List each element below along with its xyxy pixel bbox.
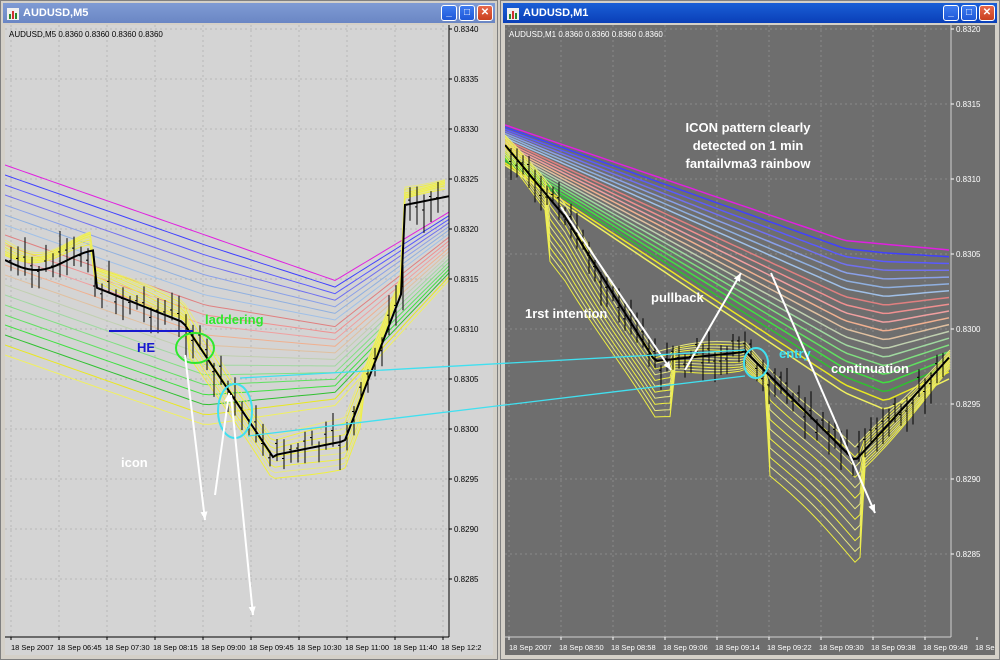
icon-label: icon [121, 455, 148, 470]
time-label: 18 Sep 09:14 [715, 643, 760, 652]
minimize-icon: _ [948, 7, 954, 18]
headline-line-2: detected on 1 min [693, 138, 804, 153]
time-label: 18 Sep 09:38 [871, 643, 916, 652]
time-label: 18 Sep 06:45 [57, 643, 102, 652]
time-label: 18 Sep 11:00 [345, 643, 389, 652]
maximize-icon: □ [463, 7, 471, 18]
minimize-button[interactable]: _ [441, 5, 457, 21]
chart-window-audusd-m5[interactable]: AUDUSD,M5 _ □ ✕ 0.8340 0.8335 0.8330 0.8325 0.… [0, 0, 498, 660]
time-label: 18 Sep 09:5 [975, 643, 995, 652]
close-button[interactable]: ✕ [477, 5, 493, 21]
price-label: 0.8320 [956, 25, 981, 34]
laddering-label: laddering [205, 312, 264, 327]
price-label: 0.8285 [454, 575, 479, 584]
time-label: 18 Sep 09:30 [819, 643, 864, 652]
chart-area[interactable]: 0.8320 0.8315 0.8310 0.8305 0.8300 0.8295 0.82… [505, 25, 995, 655]
time-label: 18 Sep 08:58 [611, 643, 656, 652]
maximize-icon: □ [965, 7, 973, 18]
time-label: 18 Sep 2007 [509, 643, 552, 652]
close-icon: ✕ [480, 7, 490, 18]
time-label: 18 Sep 10:30 [297, 643, 342, 652]
time-label: 18 Sep 09:00 [201, 643, 246, 652]
close-icon: ✕ [982, 7, 992, 18]
maximize-button[interactable]: □ [961, 5, 977, 21]
price-label: 0.8330 [454, 125, 479, 134]
price-label: 0.8300 [956, 325, 981, 334]
price-label: 0.8290 [956, 475, 981, 484]
price-label: 0.8325 [454, 175, 479, 184]
chart-window-icon [507, 7, 519, 20]
price-chart[interactable]: 0.8340 0.8335 0.8330 0.8325 0.8320 0.8315 0.83… [5, 25, 493, 655]
time-label: 18 Sep 12:2 [441, 643, 481, 652]
titlebar[interactable]: AUDUSD,M5 _ □ ✕ [3, 3, 495, 23]
time-label: 18 Sep 09:45 [249, 643, 294, 652]
symbol-info: AUDUSD,M5 0.8360 0.8360 0.8360 0.8360 [9, 30, 163, 39]
price-label: 0.8310 [956, 175, 981, 184]
time-label: 18 Sep 08:50 [559, 643, 604, 652]
time-label: 18 Sep 09:06 [663, 643, 708, 652]
price-label: 0.8335 [454, 75, 479, 84]
he-label: HE [137, 340, 155, 355]
time-label: 18 Sep 2007 [11, 643, 54, 652]
time-label: 18 Sep 07:30 [105, 643, 150, 652]
chart-window-icon [7, 7, 19, 20]
time-label: 18 Sep 09:49 [923, 643, 968, 652]
headline-line-3: fantailvma3 rainbow [686, 156, 812, 171]
maximize-button[interactable]: □ [459, 5, 475, 21]
time-label: 18 Sep 08:15 [153, 643, 198, 652]
minimize-button[interactable]: _ [943, 5, 959, 21]
minimize-icon: _ [446, 7, 452, 18]
chart-background [5, 25, 493, 655]
price-label: 0.8295 [454, 475, 479, 484]
close-button[interactable]: ✕ [979, 5, 995, 21]
price-label: 0.8290 [454, 525, 479, 534]
time-label: 18 Sep 11:40 [393, 643, 437, 652]
price-label: 0.8300 [454, 425, 479, 434]
price-label: 0.8305 [956, 250, 981, 259]
price-label: 0.8285 [956, 550, 981, 559]
symbol-info: AUDUSD,M1 0.8360 0.8360 0.8360 0.8360 [509, 30, 663, 39]
price-label: 0.8315 [454, 275, 479, 284]
continuation-label: continuation [831, 361, 909, 376]
price-axis [951, 25, 995, 655]
price-label: 0.8310 [454, 325, 479, 334]
chart-window-audusd-m1[interactable]: AUDUSD,M1 _ □ ✕ 0.8320 0.8315 0.8310 0.8305 0.… [500, 0, 1000, 660]
titlebar[interactable]: AUDUSD,M1 _ □ ✕ [503, 3, 997, 23]
price-chart[interactable]: 0.8320 0.8315 0.8310 0.8305 0.8300 0.8295 0.82… [505, 25, 995, 655]
chart-area[interactable]: 0.8340 0.8335 0.8330 0.8325 0.8320 0.8315 0.83… [5, 25, 493, 655]
headline-line-1: ICON pattern clearly [686, 120, 812, 135]
price-label: 0.8320 [454, 225, 479, 234]
price-label: 0.8315 [956, 100, 981, 109]
price-label: 0.8305 [454, 375, 479, 384]
price-label: 0.8340 [454, 25, 479, 34]
pullback-label: pullback [651, 290, 705, 305]
window-title: AUDUSD,M1 [523, 7, 589, 19]
time-label: 18 Sep 09:22 [767, 643, 812, 652]
window-title: AUDUSD,M5 [23, 7, 89, 19]
price-label: 0.8295 [956, 400, 981, 409]
first-intention-label: 1rst intention [525, 306, 607, 321]
price-axis [449, 25, 493, 655]
